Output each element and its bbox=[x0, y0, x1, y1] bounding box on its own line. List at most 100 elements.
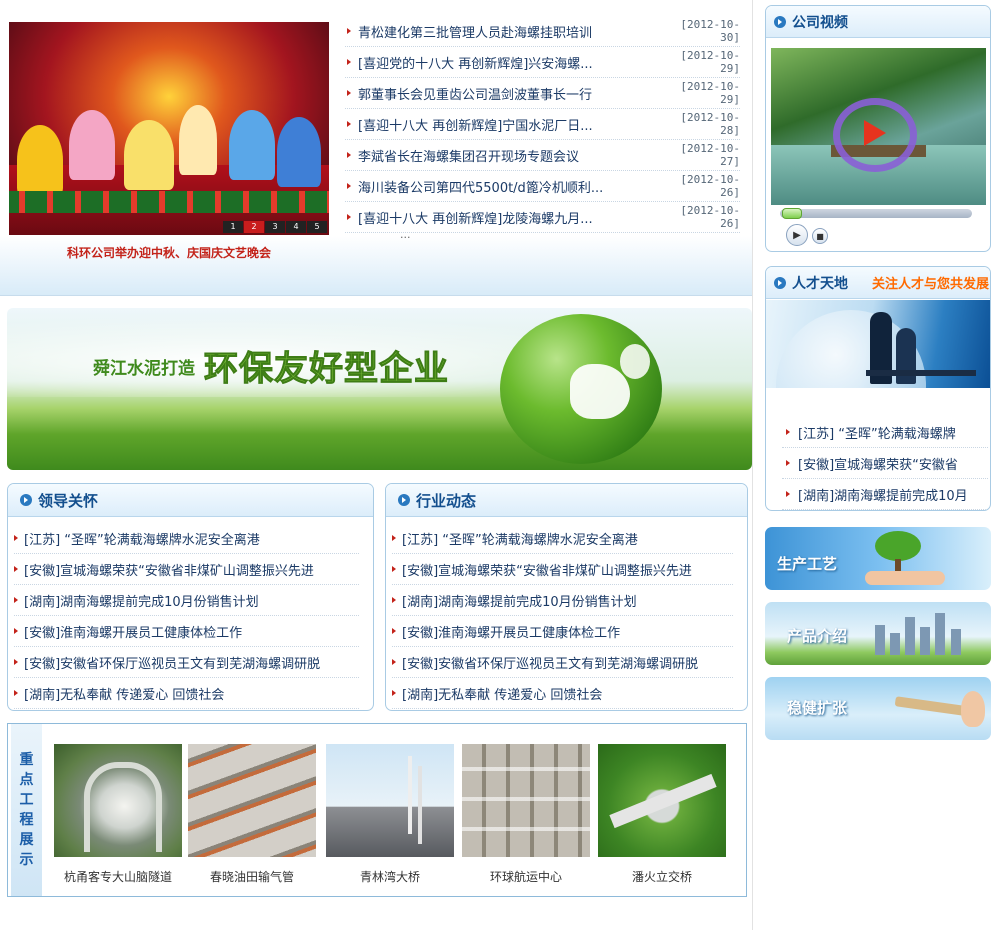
list-item[interactable]: [安徽]安徽省环保厅巡视员王文有到芜湖海螺调研脱 bbox=[14, 647, 359, 678]
project-card[interactable]: 环球航运中心 bbox=[462, 744, 590, 885]
column-divider bbox=[752, 0, 753, 930]
list-item[interactable]: [安徽]宣城海螺荣获“安徽省 bbox=[782, 448, 988, 479]
bullet-icon bbox=[392, 535, 396, 541]
project-caption[interactable]: 青林湾大桥 bbox=[326, 868, 454, 885]
news-date: [2012-10-27] bbox=[680, 142, 740, 168]
news-title[interactable]: 海川装备公司第四代5500t/d篦冷机顺利... bbox=[358, 177, 664, 196]
bullet-icon bbox=[347, 183, 351, 189]
news-item[interactable]: 郭董事长会见重齿公司温剑波董事长一行 [2012-10-29] bbox=[345, 78, 740, 109]
news-title[interactable]: [喜迎党的十八大 再创新辉煌]兴安海螺... bbox=[358, 53, 664, 72]
project-card[interactable]: 潘火立交桥 bbox=[598, 744, 726, 885]
steady-expansion-banner[interactable]: 稳健扩张 bbox=[765, 677, 991, 740]
news-item[interactable]: 青松建化第三批管理人员赴海螺挂职培训 [2012-10-30] bbox=[345, 16, 740, 47]
box-header: 人才天地 关注人才与您共发展 bbox=[766, 267, 990, 299]
news-date: [2012-10-29] bbox=[680, 49, 740, 75]
construction-photo[interactable] bbox=[462, 744, 590, 857]
slide-page-5[interactable]: 5 bbox=[307, 221, 327, 233]
news-more-link[interactable]: ... bbox=[400, 228, 411, 241]
bullet-icon bbox=[347, 28, 351, 34]
list-item[interactable]: [湖南]湖南海螺提前完成10月份销售计划 bbox=[392, 585, 733, 616]
list-item[interactable]: [湖南]湖南海螺提前完成10月份销售计划 bbox=[14, 585, 359, 616]
list-item[interactable]: [湖南]湖南海螺提前完成10月 bbox=[782, 479, 988, 510]
industry-panel: 行业动态 [江苏] “圣晖”轮满载海螺牌水泥安全离港 [安徽]宣城海螺荣获“安徽… bbox=[385, 483, 748, 711]
news-title[interactable]: 李斌省长在海螺集团召开现场专题会议 bbox=[358, 146, 664, 165]
news-title[interactable]: [喜迎十八大 再创新辉煌]宁国水泥厂日... bbox=[358, 115, 664, 134]
slide-page-1[interactable]: 1 bbox=[223, 221, 243, 233]
panel-title[interactable]: 领导关怀 bbox=[38, 490, 98, 511]
box-title[interactable]: 公司视频 bbox=[792, 12, 848, 32]
bridge-photo[interactable] bbox=[326, 744, 454, 857]
project-card[interactable]: 青林湾大桥 bbox=[326, 744, 454, 885]
production-process-banner[interactable]: 生产工艺 bbox=[765, 527, 991, 590]
leaders-list: [江苏] “圣晖”轮满载海螺牌水泥安全离港 [安徽]宣城海螺荣获“安徽省非煤矿山… bbox=[8, 517, 373, 709]
key-projects-section: 重 点 工 程 展 示 杭甬客专大山脑隧道 春晓油田输气管 青林湾大桥 环球航运… bbox=[7, 723, 747, 897]
list-item[interactable]: [湖南]无私奉献 传递爱心 回馈社会 bbox=[392, 678, 733, 709]
bullet-icon bbox=[392, 566, 396, 572]
play-icon[interactable] bbox=[864, 120, 886, 146]
banner-label[interactable]: 稳健扩张 bbox=[787, 697, 847, 718]
slide-pager: 1 2 3 4 5 bbox=[223, 221, 327, 233]
banner-label[interactable]: 产品介绍 bbox=[787, 625, 847, 646]
news-item[interactable]: 李斌省长在海螺集团召开现场专题会议 [2012-10-27] bbox=[345, 140, 740, 171]
news-item[interactable]: [喜迎十八大 再创新辉煌]宁国水泥厂日... [2012-10-28] bbox=[345, 109, 740, 140]
project-caption[interactable]: 环球航运中心 bbox=[462, 868, 590, 885]
bullet-icon bbox=[392, 597, 396, 603]
play-button[interactable]: ▶ bbox=[786, 224, 808, 246]
leaders-panel: 领导关怀 [江苏] “圣晖”轮满载海螺牌水泥安全离港 [安徽]宣城海螺荣获“安徽… bbox=[7, 483, 374, 711]
list-item[interactable]: [安徽]安徽省环保厅巡视员王文有到芜湖海螺调研脱 bbox=[392, 647, 733, 678]
news-title[interactable]: [喜迎十八大 再创新辉煌]龙陵海螺九月... bbox=[358, 208, 664, 227]
list-item[interactable]: [安徽]宣城海螺荣获“安徽省非煤矿山调整振兴先进 bbox=[14, 554, 359, 585]
telescope-icon bbox=[894, 696, 966, 716]
bullet-icon bbox=[14, 535, 18, 541]
banner-label[interactable]: 生产工艺 bbox=[777, 553, 837, 574]
bullet-icon bbox=[786, 429, 790, 435]
bullet-icon bbox=[14, 566, 18, 572]
bullet-icon bbox=[14, 690, 18, 696]
slide-page-3[interactable]: 3 bbox=[265, 221, 285, 233]
talent-image bbox=[766, 300, 990, 388]
slide-page-2[interactable]: 2 bbox=[244, 221, 264, 233]
arrow-circle-icon bbox=[398, 494, 410, 506]
news-title[interactable]: 郭董事长会见重齿公司温剑波董事长一行 bbox=[358, 84, 664, 103]
project-card[interactable]: 春晓油田输气管 bbox=[188, 744, 316, 885]
box-header: 公司视频 bbox=[766, 6, 990, 38]
tunnel-photo[interactable] bbox=[54, 744, 182, 857]
news-title[interactable]: 青松建化第三批管理人员赴海螺挂职培训 bbox=[358, 22, 664, 41]
project-caption[interactable]: 杭甬客专大山脑隧道 bbox=[54, 868, 182, 885]
news-slideshow[interactable]: 1 2 3 4 5 bbox=[9, 22, 329, 235]
project-caption[interactable]: 春晓油田输气管 bbox=[188, 868, 316, 885]
bullet-icon bbox=[347, 152, 351, 158]
list-item[interactable]: [江苏] “圣晖”轮满载海螺牌 bbox=[782, 417, 988, 448]
video-player[interactable] bbox=[771, 48, 986, 205]
panel-title[interactable]: 行业动态 bbox=[416, 490, 476, 511]
product-intro-banner[interactable]: 产品介绍 bbox=[765, 602, 991, 665]
list-item[interactable]: [安徽]宣城海螺荣获“安徽省非煤矿山调整振兴先进 bbox=[392, 554, 733, 585]
stop-button[interactable]: ■ bbox=[812, 228, 828, 244]
bullet-icon bbox=[786, 460, 790, 466]
list-item[interactable]: [江苏] “圣晖”轮满载海螺牌水泥安全离港 bbox=[392, 523, 733, 554]
list-item[interactable]: [安徽]淮南海螺开展员工健康体检工作 bbox=[14, 616, 359, 647]
list-item[interactable]: [安徽]淮南海螺开展员工健康体检工作 bbox=[392, 616, 733, 647]
box-subtitle[interactable]: 关注人才与您共发展 bbox=[872, 273, 989, 292]
slide-page-4[interactable]: 4 bbox=[286, 221, 306, 233]
news-date: [2012-10-26] bbox=[680, 173, 740, 199]
slide-caption[interactable]: 科环公司举办迎中秋、庆国庆文艺晚会 bbox=[9, 244, 329, 261]
list-item[interactable]: [江苏] “圣晖”轮满载海螺牌水泥安全离港 bbox=[14, 523, 359, 554]
video-progress-bar[interactable] bbox=[780, 208, 972, 219]
progress-knob[interactable] bbox=[782, 208, 802, 219]
project-caption[interactable]: 潘火立交桥 bbox=[598, 868, 726, 885]
projects-label: 重 点 工 程 展 示 bbox=[11, 724, 42, 896]
talent-box: 人才天地 关注人才与您共发展 [江苏] “圣晖”轮满载海螺牌 [安徽]宣城海螺荣… bbox=[765, 266, 991, 511]
arrow-circle-icon bbox=[20, 494, 32, 506]
news-item[interactable]: [喜迎党的十八大 再创新辉煌]兴安海螺... [2012-10-29] bbox=[345, 47, 740, 78]
company-video-box: 公司视频 ▶ ■ bbox=[765, 5, 991, 252]
news-item[interactable]: 海川装备公司第四代5500t/d篦冷机顺利... [2012-10-26] bbox=[345, 171, 740, 202]
box-title[interactable]: 人才天地 bbox=[792, 273, 848, 293]
interchange-photo[interactable] bbox=[598, 744, 726, 857]
pipeline-photo[interactable] bbox=[188, 744, 316, 857]
bullet-icon bbox=[347, 59, 351, 65]
project-card[interactable]: 杭甬客专大山脑隧道 bbox=[54, 744, 182, 885]
news-section: 1 2 3 4 5 科环公司举办迎中秋、庆国庆文艺晚会 青松建化第三批管理人员赴… bbox=[0, 0, 752, 296]
eco-banner[interactable]: 舜江水泥打造 环保友好型企业 bbox=[7, 308, 752, 470]
list-item[interactable]: [湖南]无私奉献 传递爱心 回馈社会 bbox=[14, 678, 359, 709]
